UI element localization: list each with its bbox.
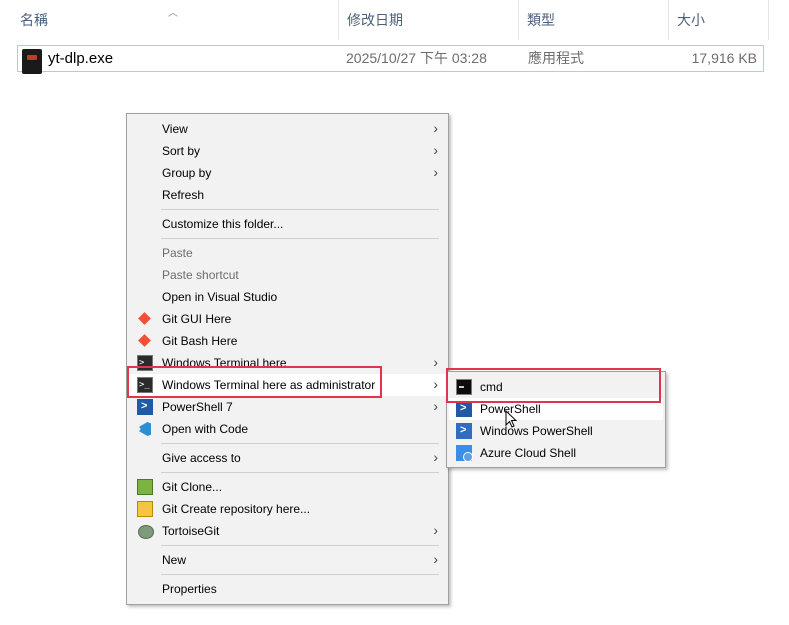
terminal-icon (137, 352, 153, 374)
chevron-right-icon: › (433, 354, 438, 370)
menu-item-refresh[interactable]: Refresh (129, 184, 446, 206)
menu-item-powershell-7[interactable]: PowerShell 7 › (129, 395, 446, 418)
submenu-item-powershell[interactable]: PowerShell (449, 397, 663, 420)
menu-separator (161, 443, 439, 444)
column-header-type[interactable]: 類型 (518, 0, 668, 40)
file-size: 17,916 KB (691, 50, 757, 66)
azure-cloud-shell-icon (456, 445, 473, 462)
executable-file-icon (22, 49, 42, 74)
submenu-item-azure-cloud-shell[interactable]: Azure Cloud Shell (449, 442, 663, 464)
column-header-bar: 名稱 ︿ 修改日期 類型 大小 (0, 0, 789, 40)
menu-item-properties[interactable]: Properties (129, 578, 446, 600)
menu-separator (161, 545, 439, 546)
menu-item-git-create-repository[interactable]: Git Create repository here... (129, 498, 446, 520)
menu-item-new[interactable]: New › (129, 549, 446, 571)
tortoisegit-icon (137, 523, 154, 539)
menu-item-tortoisegit[interactable]: TortoiseGit › (129, 520, 446, 542)
menu-item-group-by[interactable]: Group by › (129, 162, 446, 184)
menu-item-git-gui-here[interactable]: Git GUI Here (129, 308, 446, 330)
windows-powershell-icon (456, 419, 472, 441)
file-type: 應用程式 (528, 50, 584, 66)
file-row-yt-dlp[interactable]: yt-dlp.exe 2025/10/27 下午 03:28 應用程式 17,9… (17, 45, 764, 74)
menu-item-git-bash-here[interactable]: Git Bash Here (129, 330, 446, 352)
file-name: yt-dlp.exe (48, 50, 114, 67)
chevron-right-icon: › (433, 142, 438, 158)
menu-item-open-in-visual-studio[interactable]: Open in Visual Studio (129, 286, 446, 308)
terminal-icon (137, 374, 153, 396)
menu-item-sort-by[interactable]: Sort by › (129, 140, 446, 162)
context-menu: View › Sort by › Group by › Refresh Cust… (126, 113, 449, 605)
file-modified-date: 2025/10/27 下午 03:28 (346, 50, 487, 66)
chevron-right-icon: › (433, 376, 438, 392)
chevron-right-icon: › (433, 449, 438, 465)
vscode-icon (137, 421, 153, 437)
menu-item-view[interactable]: View › (129, 118, 446, 140)
menu-separator (161, 472, 439, 473)
column-header-date[interactable]: 修改日期 (338, 0, 518, 40)
powershell-icon (137, 395, 153, 417)
menu-separator (161, 209, 439, 210)
sort-ascending-icon: ︿ (168, 8, 178, 19)
menu-separator (161, 238, 439, 239)
submenu-item-cmd[interactable]: cmd (449, 376, 663, 398)
menu-item-windows-terminal-admin[interactable]: Windows Terminal here as administrator › (129, 374, 446, 396)
git-icon (137, 311, 153, 327)
chevron-right-icon: › (433, 551, 438, 567)
menu-item-paste[interactable]: Paste (129, 242, 446, 264)
menu-item-give-access-to[interactable]: Give access to › (129, 447, 446, 469)
chevron-right-icon: › (433, 522, 438, 538)
menu-separator (161, 574, 439, 575)
git-clone-icon (137, 479, 153, 495)
menu-item-git-clone[interactable]: Git Clone... (129, 476, 446, 498)
chevron-right-icon: › (433, 398, 438, 414)
git-icon (137, 333, 153, 349)
terminal-admin-submenu: cmd PowerShell Windows PowerShell Azure … (446, 371, 666, 468)
submenu-item-windows-powershell[interactable]: Windows PowerShell (449, 419, 663, 442)
chevron-right-icon: › (433, 120, 438, 136)
column-header-size[interactable]: 大小 (668, 0, 768, 40)
column-header-spacer (768, 0, 789, 40)
powershell-icon (456, 397, 472, 419)
menu-item-windows-terminal-here[interactable]: Windows Terminal here › (129, 352, 446, 374)
chevron-right-icon: › (433, 164, 438, 180)
menu-item-customize-folder[interactable]: Customize this folder... (129, 213, 446, 235)
menu-item-open-with-code[interactable]: Open with Code (129, 418, 446, 440)
cmd-icon (456, 379, 472, 395)
git-repository-icon (137, 501, 153, 517)
mouse-cursor-icon (505, 410, 517, 428)
menu-item-paste-shortcut[interactable]: Paste shortcut (129, 264, 446, 286)
